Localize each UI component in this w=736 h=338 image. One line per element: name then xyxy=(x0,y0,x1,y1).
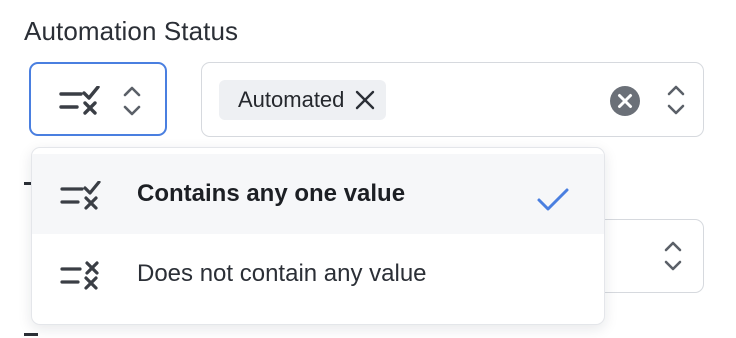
chip-label: Automated xyxy=(238,87,345,112)
value-multiselect[interactable]: Automated xyxy=(201,62,704,137)
clear-circle-icon[interactable] xyxy=(609,85,641,122)
operator-dropdown-menu: Contains any one value Does not contain … xyxy=(31,147,605,325)
option-contains-any[interactable]: Contains any one value xyxy=(32,154,604,234)
list-check-icon xyxy=(59,85,103,121)
checkmark-icon xyxy=(536,187,570,218)
chevron-up-down-icon xyxy=(662,238,684,279)
option-does-not-contain[interactable]: Does not contain any value xyxy=(32,234,604,314)
option-label: Does not contain any value xyxy=(137,260,427,287)
list-x-icon xyxy=(60,261,104,296)
list-check-icon xyxy=(60,180,104,216)
value-chip: Automated xyxy=(219,80,387,120)
option-label: Contains any one value xyxy=(137,180,406,207)
chevron-up-down-icon xyxy=(665,82,687,123)
operator-select[interactable] xyxy=(29,62,167,136)
chevron-up-down-icon xyxy=(121,83,143,124)
automation-status-label: Automation Status xyxy=(24,16,239,46)
covered-field-label xyxy=(24,333,38,336)
chip-remove-icon[interactable] xyxy=(354,89,376,111)
